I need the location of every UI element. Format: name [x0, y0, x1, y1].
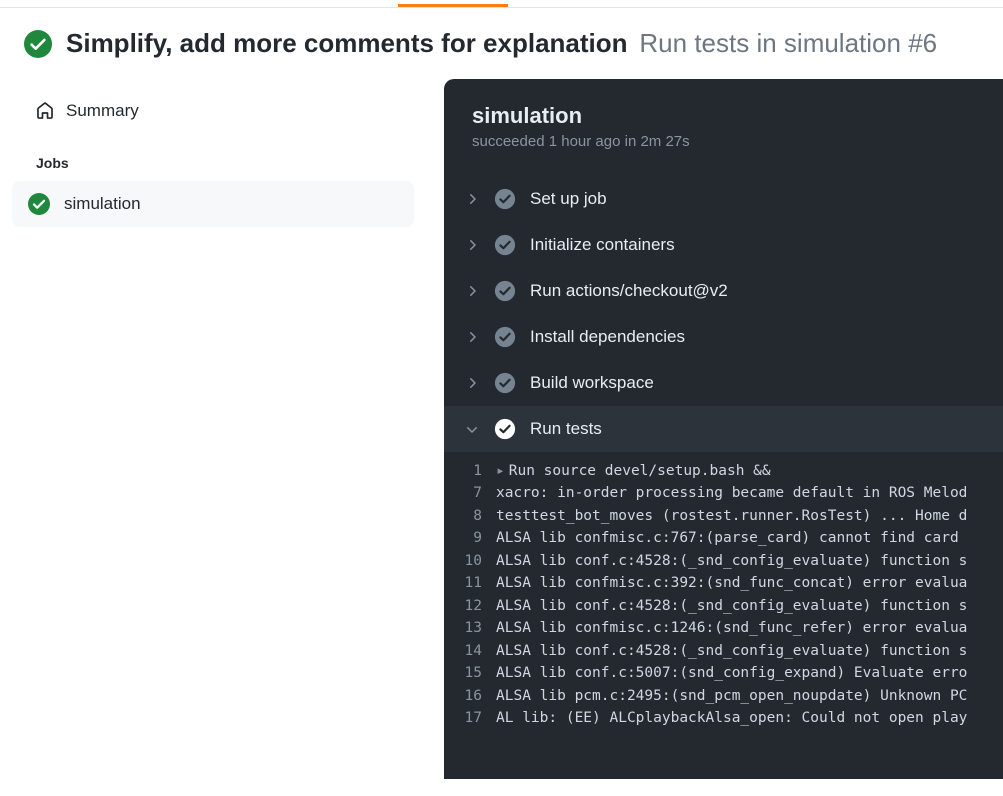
workflow-header: Simplify, add more comments for explanat… [0, 8, 1003, 79]
job-title: simulation [472, 103, 975, 129]
step-row[interactable]: Install dependencies [444, 314, 1003, 360]
top-tab-border [0, 0, 1003, 8]
log-line-text: testtest_bot_moves (rostest.runner.RosTe… [496, 505, 983, 527]
log-line-text: ALSA lib confmisc.c:1246:(snd_func_refer… [496, 617, 983, 639]
log-line-text: xacro: in-order processing became defaul… [496, 482, 983, 504]
log-line-text: ALSA lib conf.c:4528:(_snd_config_evalua… [496, 550, 983, 572]
check-circle-icon [494, 418, 516, 440]
active-tab-indicator [398, 4, 508, 7]
step-name: Run actions/checkout@v2 [530, 281, 728, 301]
workflow-title: Simplify, add more comments for explanat… [66, 28, 628, 58]
chevron-right-icon [464, 283, 480, 299]
sidebar: Summary Jobs simulation [24, 79, 414, 779]
check-circle-icon [24, 30, 52, 58]
log-line-number: 7 [444, 482, 496, 504]
log-line-text: AL lib: (EE) ALCplaybackAlsa_open: Could… [496, 707, 983, 729]
log-line-number: 11 [444, 572, 496, 594]
job-log-panel: simulation succeeded 1 hour ago in 2m 27… [444, 79, 1003, 779]
chevron-right-icon [464, 237, 480, 253]
panel-header: simulation succeeded 1 hour ago in 2m 27… [444, 103, 1003, 166]
job-status-line: succeeded 1 hour ago in 2m 27s [472, 133, 975, 150]
log-output[interactable]: 1▸Run source devel/setup.bash &&7xacro: … [444, 452, 1003, 730]
log-line: 8testtest_bot_moves (rostest.runner.RosT… [444, 505, 1003, 527]
log-line: 12ALSA lib conf.c:4528:(_snd_config_eval… [444, 595, 1003, 617]
step-name: Build workspace [530, 373, 654, 393]
chevron-down-icon [464, 421, 480, 437]
log-line: 17AL lib: (EE) ALCplaybackAlsa_open: Cou… [444, 707, 1003, 729]
log-line: 15ALSA lib conf.c:5007:(snd_config_expan… [444, 662, 1003, 684]
log-line-text: ALSA lib conf.c:4528:(_snd_config_evalua… [496, 595, 983, 617]
log-line-text: ALSA lib confmisc.c:767:(parse_card) can… [496, 527, 983, 549]
step-row[interactable]: Build workspace [444, 360, 1003, 406]
jobs-heading: Jobs [24, 131, 414, 181]
log-line-text: ALSA lib pcm.c:2495:(snd_pcm_open_noupda… [496, 685, 983, 707]
step-row[interactable]: Run tests [444, 406, 1003, 452]
step-name: Set up job [530, 189, 607, 209]
log-line: 1▸Run source devel/setup.bash && [444, 460, 1003, 482]
log-line: 11ALSA lib confmisc.c:392:(snd_func_conc… [444, 572, 1003, 594]
check-circle-icon [494, 280, 516, 302]
step-row[interactable]: Initialize containers [444, 222, 1003, 268]
log-line: 13ALSA lib confmisc.c:1246:(snd_func_ref… [444, 617, 1003, 639]
step-name: Install dependencies [530, 327, 685, 347]
check-circle-icon [494, 372, 516, 394]
check-circle-icon [494, 234, 516, 256]
job-name: simulation [64, 194, 141, 214]
step-name: Run tests [530, 419, 602, 439]
log-line-text: ALSA lib confmisc.c:392:(snd_func_concat… [496, 572, 983, 594]
summary-label: Summary [66, 101, 139, 121]
log-line-number: 14 [444, 640, 496, 662]
log-line-text: ALSA lib conf.c:5007:(snd_config_expand)… [496, 662, 983, 684]
workflow-title-wrap: Simplify, add more comments for explanat… [66, 28, 937, 59]
check-circle-icon [494, 326, 516, 348]
log-line-number: 17 [444, 707, 496, 729]
job-item-simulation[interactable]: simulation [12, 181, 414, 227]
home-icon [36, 102, 54, 120]
step-row[interactable]: Run actions/checkout@v2 [444, 268, 1003, 314]
log-line-number: 10 [444, 550, 496, 572]
check-circle-icon [494, 188, 516, 210]
log-line-number: 1 [444, 460, 496, 482]
step-row[interactable]: Set up job [444, 176, 1003, 222]
check-circle-icon [28, 193, 50, 215]
workflow-run-name: Run tests in simulation #6 [639, 28, 937, 58]
log-line: 10ALSA lib conf.c:4528:(_snd_config_eval… [444, 550, 1003, 572]
steps-list: Set up job Initialize containers Run actio… [444, 166, 1003, 740]
chevron-right-icon [464, 191, 480, 207]
log-line: 7xacro: in-order processing became defau… [444, 482, 1003, 504]
log-line: 9ALSA lib confmisc.c:767:(parse_card) ca… [444, 527, 1003, 549]
log-line-number: 15 [444, 662, 496, 684]
log-line-number: 9 [444, 527, 496, 549]
log-line-number: 16 [444, 685, 496, 707]
log-line-number: 12 [444, 595, 496, 617]
log-line-number: 13 [444, 617, 496, 639]
chevron-right-icon [464, 329, 480, 345]
caret-right-icon: ▸ [496, 460, 505, 482]
step-name: Initialize containers [530, 235, 675, 255]
summary-link[interactable]: Summary [24, 91, 414, 131]
log-line: 14ALSA lib conf.c:4528:(_snd_config_eval… [444, 640, 1003, 662]
log-line-number: 8 [444, 505, 496, 527]
log-line: 16ALSA lib pcm.c:2495:(snd_pcm_open_noup… [444, 685, 1003, 707]
log-line-text: ALSA lib conf.c:4528:(_snd_config_evalua… [496, 640, 983, 662]
log-line-text: ▸Run source devel/setup.bash && [496, 460, 983, 482]
chevron-right-icon [464, 375, 480, 391]
